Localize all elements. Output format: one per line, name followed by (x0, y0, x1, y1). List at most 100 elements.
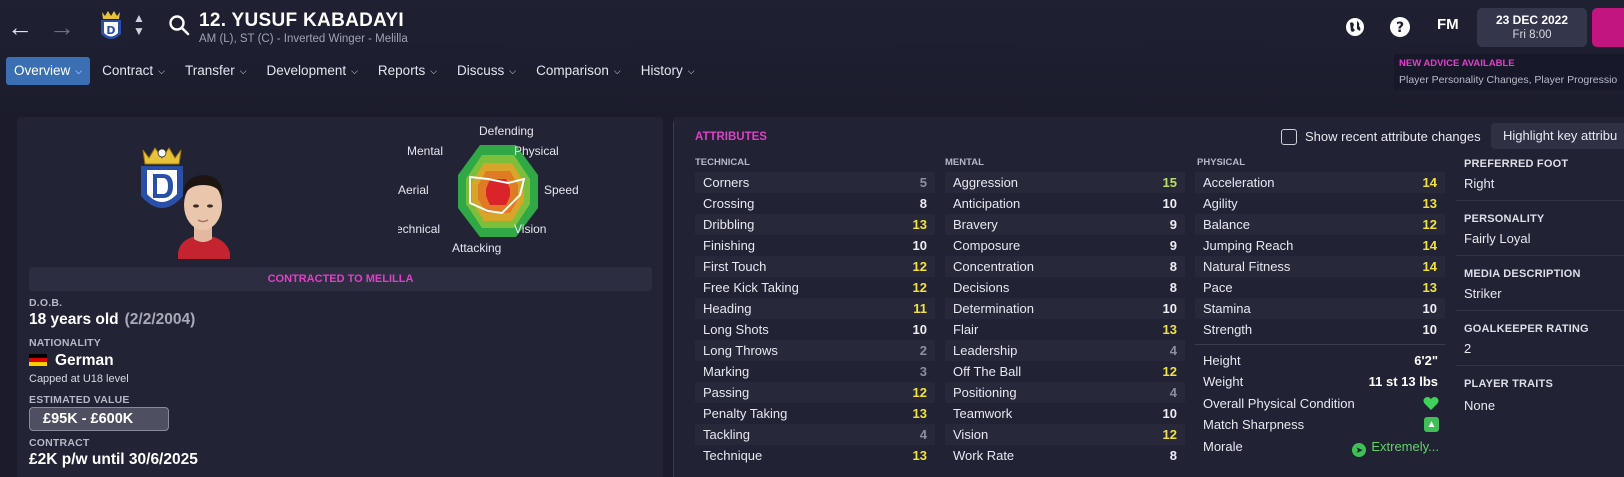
attribute-name: Free Kick Taking (703, 280, 799, 295)
attribute-value: 13 (912, 406, 927, 421)
condition-row[interactable]: Overall Physical Condition (1203, 393, 1443, 414)
attribute-row[interactable]: Long Shots 10 (695, 319, 935, 340)
attribute-row[interactable]: Penalty Taking 13 (695, 403, 935, 424)
help-icon[interactable]: ? (1389, 16, 1411, 38)
attribute-row[interactable]: Positioning 4 (945, 382, 1185, 403)
search-icon[interactable] (168, 14, 190, 36)
attribute-row[interactable]: Marking 3 (695, 361, 935, 382)
club-crest-icon[interactable]: D (98, 10, 124, 44)
attribute-row[interactable]: Tackling 4 (695, 424, 935, 445)
contract-label: CONTRACT (29, 437, 90, 449)
attribute-value: 11 (913, 301, 927, 316)
advice-notification[interactable]: NEW ADVICE AVAILABLE Player Personality … (1394, 54, 1624, 90)
attribute-name: Pace (1203, 280, 1233, 295)
nationality-value[interactable]: German (29, 352, 114, 370)
attribute-value: 2 (919, 343, 927, 358)
contract-value[interactable]: £2K p/w until 30/6/2025 (29, 451, 198, 469)
attribute-name: First Touch (703, 259, 767, 274)
attribute-value: 13 (1422, 280, 1437, 295)
attribute-row[interactable]: Bravery 9 (945, 214, 1185, 235)
sharpness-row[interactable]: Match Sharpness ▲ (1203, 414, 1443, 435)
attribute-row[interactable]: Strength 10 (1195, 319, 1445, 340)
attribute-row[interactable]: Composure 9 (945, 235, 1185, 256)
tab-transfer[interactable]: Transfer ⌵ (177, 57, 255, 85)
weight-value: 11 st 13 lbs (1368, 374, 1438, 389)
attribute-name: Aggression (953, 175, 1019, 190)
attribute-row[interactable]: Vision 12 (945, 424, 1185, 445)
tab-development[interactable]: Development ⌵ (259, 57, 366, 85)
attribute-row[interactable]: Crossing 8 (695, 193, 935, 214)
radar-label-defending: Defending (479, 125, 534, 138)
attribute-row[interactable]: Jumping Reach 14 (1195, 235, 1445, 256)
attribute-row[interactable]: Free Kick Taking 12 (695, 277, 935, 298)
attribute-row[interactable]: Teamwork 10 (945, 403, 1185, 424)
attribute-row[interactable]: Balance 12 (1195, 214, 1445, 235)
tab-reports[interactable]: Reports ⌵ (370, 57, 445, 85)
globe-icon[interactable] (1344, 16, 1366, 38)
radar-label-aerial: Aerial (398, 183, 429, 197)
weight-row: Weight 11 st 13 lbs (1203, 371, 1443, 392)
attribute-row[interactable]: Passing 12 (695, 382, 935, 403)
attribute-row[interactable]: Agility 13 (1195, 193, 1445, 214)
fm-menu-button[interactable]: FM (1437, 16, 1459, 40)
tab-overview[interactable]: Overview ⌵ (6, 57, 91, 85)
highlight-key-attributes-dropdown[interactable]: Highlight key attribu (1491, 123, 1624, 149)
tab-history[interactable]: History ⌵ (633, 57, 703, 85)
attribute-name: Balance (1203, 217, 1250, 232)
attribute-name: Heading (703, 301, 752, 316)
height-row: Height 6'2" (1203, 350, 1443, 371)
attribute-value: 4 (1169, 343, 1177, 358)
svg-text:D: D (106, 24, 115, 37)
checkbox[interactable] (1281, 129, 1297, 145)
attribute-row[interactable]: Anticipation 10 (945, 193, 1185, 214)
tab-comparison[interactable]: Comparison ⌵ (528, 57, 629, 85)
attribute-name: Composure (953, 238, 1021, 253)
attribute-row[interactable]: Concentration 8 (945, 256, 1185, 277)
attribute-row[interactable]: Technique 13 (695, 445, 935, 466)
continue-button[interactable] (1592, 8, 1624, 47)
player-title: 12. YUSUF KABADAYI (199, 10, 404, 31)
attribute-row[interactable]: Determination 10 (945, 298, 1185, 319)
attribute-row[interactable]: Stamina 10 (1195, 298, 1445, 319)
attribute-value: 10 (1422, 301, 1437, 316)
attribute-name: Tackling (703, 427, 750, 442)
estimated-value[interactable]: £95K - £600K (29, 407, 169, 431)
tab-contract[interactable]: Contract ⌵ (94, 57, 173, 85)
attribute-value: 8 (1169, 448, 1177, 463)
tab-label: Comparison (536, 63, 609, 78)
tab-discuss[interactable]: Discuss ⌵ (449, 57, 524, 85)
attribute-row[interactable]: Pace 13 (1195, 277, 1445, 298)
player-switch-icon[interactable]: ▲ ▼ (132, 12, 146, 38)
attribute-name: Passing (703, 385, 750, 400)
attribute-row[interactable]: Corners 5 (695, 172, 935, 193)
technical-header: TECHNICAL (695, 157, 750, 168)
attribute-row[interactable]: Long Throws 2 (695, 340, 935, 361)
attribute-row[interactable]: Natural Fitness 14 (1195, 256, 1445, 277)
attribute-row[interactable]: Flair 13 (945, 319, 1185, 340)
attribute-name: Technique (703, 448, 763, 463)
attribute-row[interactable]: Acceleration 14 (1195, 172, 1445, 193)
attribute-value: 12 (912, 259, 927, 274)
attribute-row[interactable]: Dribbling 13 (695, 214, 935, 235)
attribute-value: 8 (919, 196, 927, 211)
technical-attributes: Corners 5 Crossing 8 Dribbling 13 Finishing 10 F… (695, 172, 935, 466)
attribute-row[interactable]: Finishing 10 (695, 235, 935, 256)
attribute-row[interactable]: Leadership 4 (945, 340, 1185, 361)
back-arrow-icon[interactable]: ← (5, 12, 35, 42)
attribute-name: Stamina (1203, 301, 1251, 316)
attribute-row[interactable]: First Touch 12 (695, 256, 935, 277)
tab-label: History (640, 63, 683, 78)
attribute-name: Bravery (953, 217, 998, 232)
morale-row[interactable]: Morale ➤ Extremely... (1203, 436, 1443, 457)
forward-arrow-icon[interactable]: → (47, 12, 77, 42)
attribute-row[interactable]: Work Rate 8 (945, 445, 1185, 466)
attribute-row[interactable]: Off The Ball 12 (945, 361, 1185, 382)
attribute-row[interactable]: Heading 11 (695, 298, 935, 319)
advice-text: Player Personality Changes, Player Progr… (1399, 74, 1618, 86)
personality-value[interactable]: Fairly Loyal (1464, 231, 1530, 246)
tab-label: Development (266, 63, 347, 78)
physical-attributes: Acceleration 14 Agility 13 Balance 12 Jumping … (1195, 172, 1445, 340)
attribute-row[interactable]: Aggression 15 (945, 172, 1185, 193)
date-display[interactable]: 23 DEC 2022 Fri 8:00 (1477, 8, 1587, 47)
attribute-row[interactable]: Decisions 8 (945, 277, 1185, 298)
